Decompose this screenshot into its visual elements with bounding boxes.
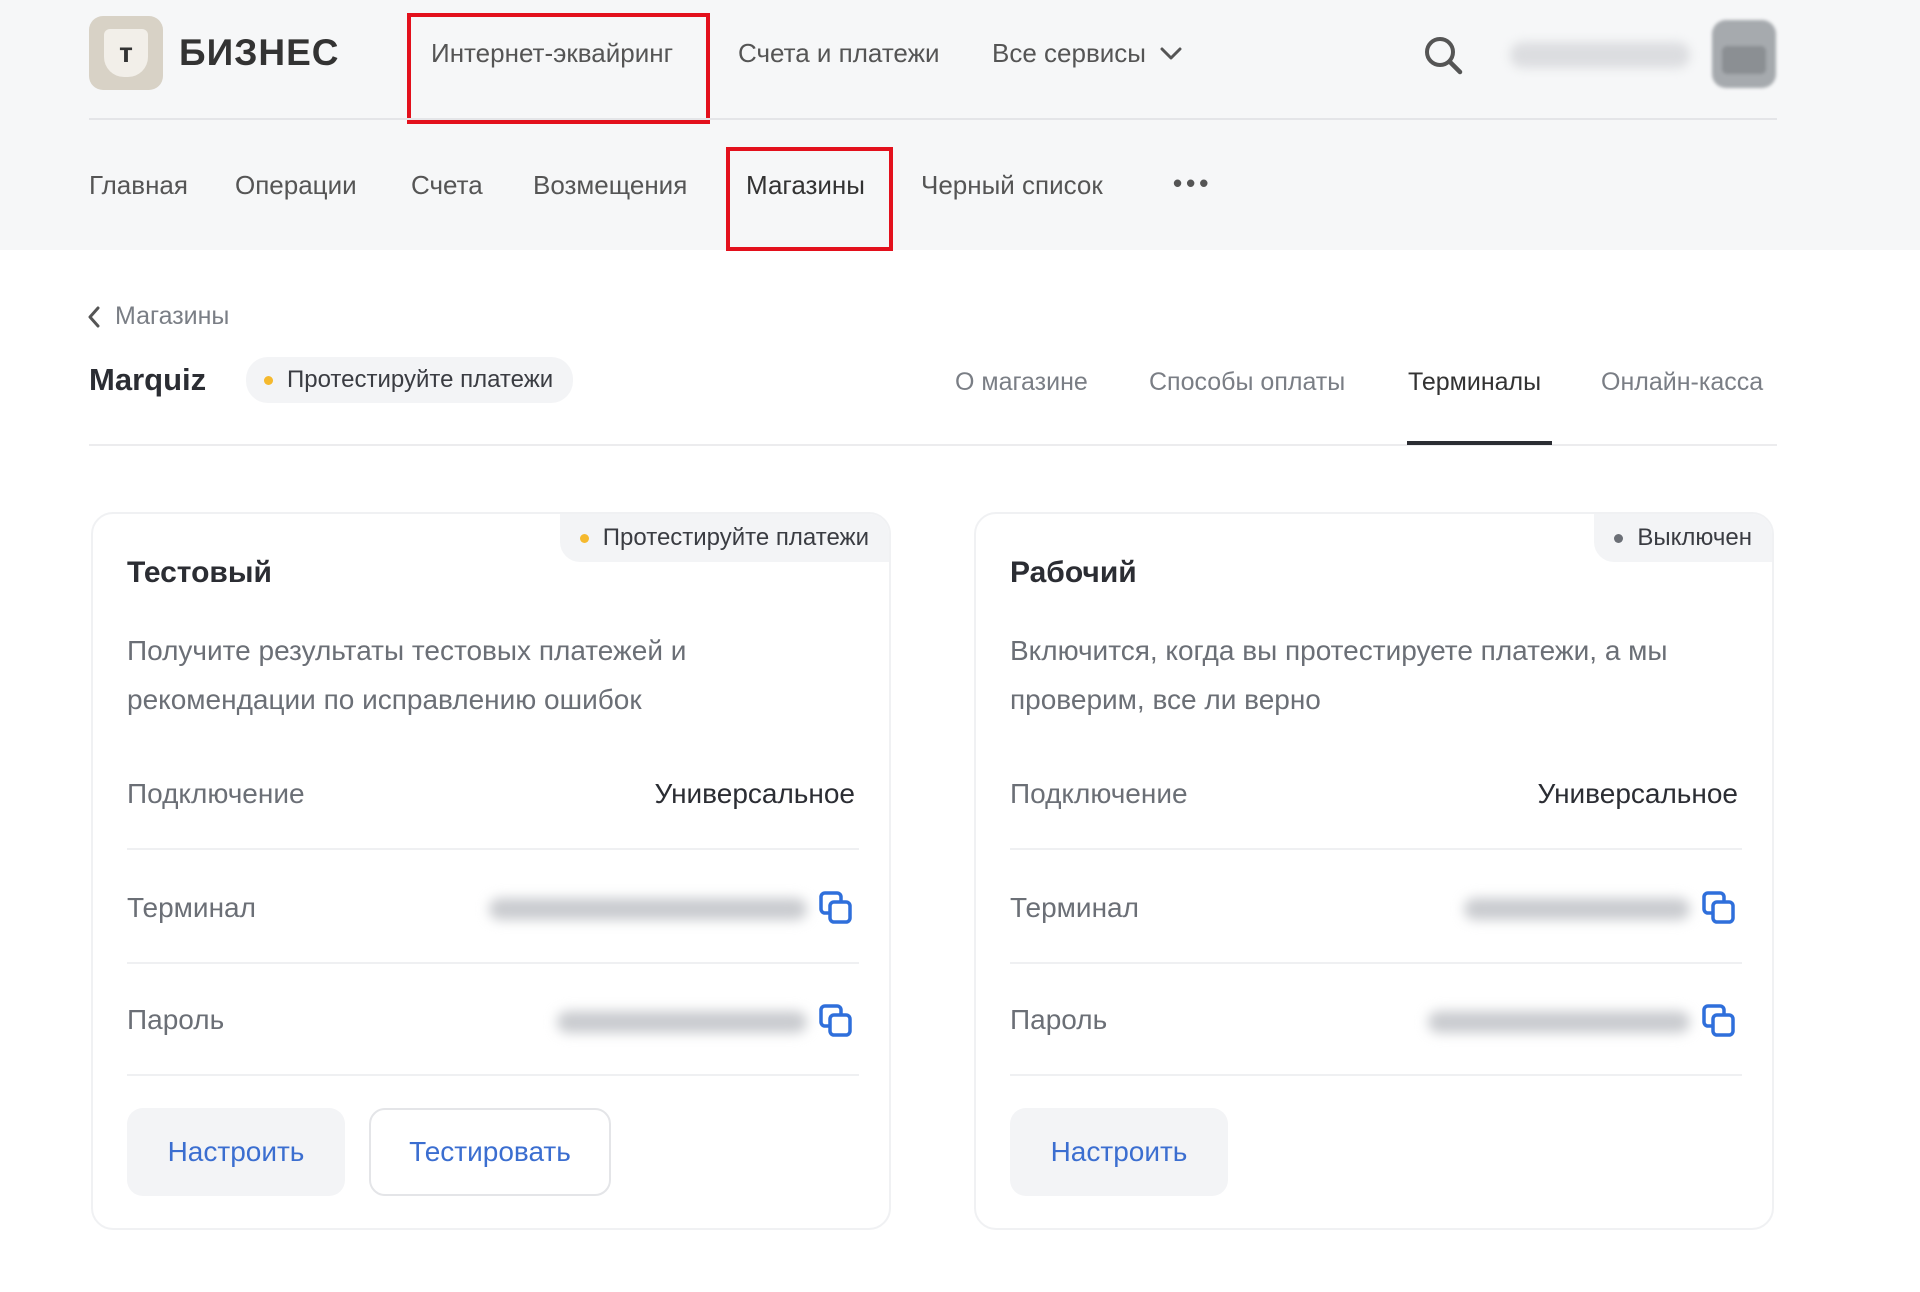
- card-status-label: Протестируйте платежи: [602, 524, 869, 551]
- password-label: Пароль: [127, 1004, 225, 1035]
- row-divider: [1010, 962, 1742, 964]
- copy-icon[interactable]: [818, 890, 854, 926]
- card-title: Рабочий: [1010, 556, 1137, 589]
- connection-value: Универсальное: [1537, 778, 1738, 809]
- row-divider: [127, 1074, 859, 1076]
- store-title: Marquiz: [89, 362, 207, 397]
- status-dot: [264, 375, 273, 385]
- connection-label: Подключение: [127, 778, 305, 809]
- card-status-badge: Протестируйте платежи: [559, 514, 889, 562]
- copy-icon[interactable]: [1701, 890, 1737, 926]
- tab-online-cashbox[interactable]: Онлайн-касса: [1601, 368, 1763, 397]
- store-status-badge: Протестируйте платежи: [246, 357, 574, 403]
- logo-text: БИЗНЕС: [179, 32, 340, 73]
- more-icon[interactable]: •••: [1173, 168, 1212, 199]
- terminal-value-blurred: [489, 898, 807, 920]
- top-nav-all-services-label: Все сервисы: [992, 38, 1146, 68]
- logo[interactable]: т БИЗНЕС: [89, 16, 340, 90]
- active-tab-underline: [1407, 441, 1552, 445]
- configure-button[interactable]: Настроить: [1010, 1108, 1228, 1196]
- row-divider: [127, 848, 859, 850]
- card-description: Получите результаты тестовых платежей и …: [127, 635, 687, 715]
- logo-badge: т: [89, 16, 163, 90]
- avatar[interactable]: [1712, 20, 1776, 88]
- tab-terminals[interactable]: Терминалы: [1408, 368, 1541, 397]
- row-divider: [1010, 848, 1742, 850]
- password-value-blurred: [1428, 1011, 1690, 1033]
- card-title: Тестовый: [127, 556, 272, 589]
- tab-about-store[interactable]: О магазине: [955, 368, 1088, 397]
- sub-nav-reimbursements[interactable]: Возмещения: [533, 170, 687, 201]
- chevron-down-icon: [1160, 47, 1182, 59]
- breadcrumb-back[interactable]: Магазины: [87, 302, 229, 331]
- password-value-blurred: [557, 1011, 807, 1033]
- terminal-label: Терминал: [1010, 892, 1139, 923]
- tab-payment-methods[interactable]: Способы оплаты: [1149, 368, 1345, 397]
- card-status-badge: Выключен: [1594, 514, 1772, 562]
- configure-button[interactable]: Настроить: [127, 1108, 345, 1196]
- connection-label: Подключение: [1010, 778, 1188, 809]
- row-divider: [127, 962, 859, 964]
- highlight-box-sub-nav: [726, 147, 893, 251]
- row-divider: [1010, 1074, 1742, 1076]
- sub-nav-operations[interactable]: Операции: [235, 170, 357, 201]
- header-divider: [89, 118, 1777, 120]
- connection-value: Универсальное: [654, 778, 855, 809]
- company-name-blurred[interactable]: [1510, 42, 1690, 68]
- sub-nav-main[interactable]: Главная: [89, 170, 188, 201]
- app-header: т БИЗНЕС Интернет-эквайринг Счета и плат…: [0, 0, 1920, 251]
- search-icon[interactable]: [1421, 33, 1465, 77]
- terminal-card-test: Протестируйте платежи Тестовый Получите …: [91, 512, 891, 1230]
- password-label: Пароль: [1010, 1004, 1108, 1035]
- terminal-label: Терминал: [127, 892, 256, 923]
- terminal-value-blurred: [1464, 898, 1690, 920]
- terminal-card-production: Выключен Рабочий Включится, когда вы про…: [974, 512, 1774, 1230]
- top-nav-invoices-payments[interactable]: Счета и платежи: [738, 38, 940, 69]
- status-dot: [1614, 533, 1624, 543]
- test-button[interactable]: Тестировать: [369, 1108, 611, 1196]
- sub-nav-accounts[interactable]: Счета: [411, 170, 483, 201]
- logo-mark: т: [104, 29, 148, 77]
- card-description: Включится, когда вы протестируете платеж…: [1010, 635, 1668, 715]
- highlight-box-top-nav: [407, 13, 710, 124]
- copy-icon[interactable]: [818, 1003, 854, 1039]
- top-nav-all-services[interactable]: Все сервисы: [992, 38, 1182, 69]
- copy-icon[interactable]: [1701, 1003, 1737, 1039]
- store-status-label: Протестируйте платежи: [287, 366, 554, 393]
- status-dot: [579, 533, 589, 543]
- chevron-left-icon: [88, 306, 100, 327]
- sub-nav-blacklist[interactable]: Черный список: [921, 170, 1103, 201]
- breadcrumb-label: Магазины: [115, 302, 230, 330]
- card-status-label: Выключен: [1637, 524, 1752, 551]
